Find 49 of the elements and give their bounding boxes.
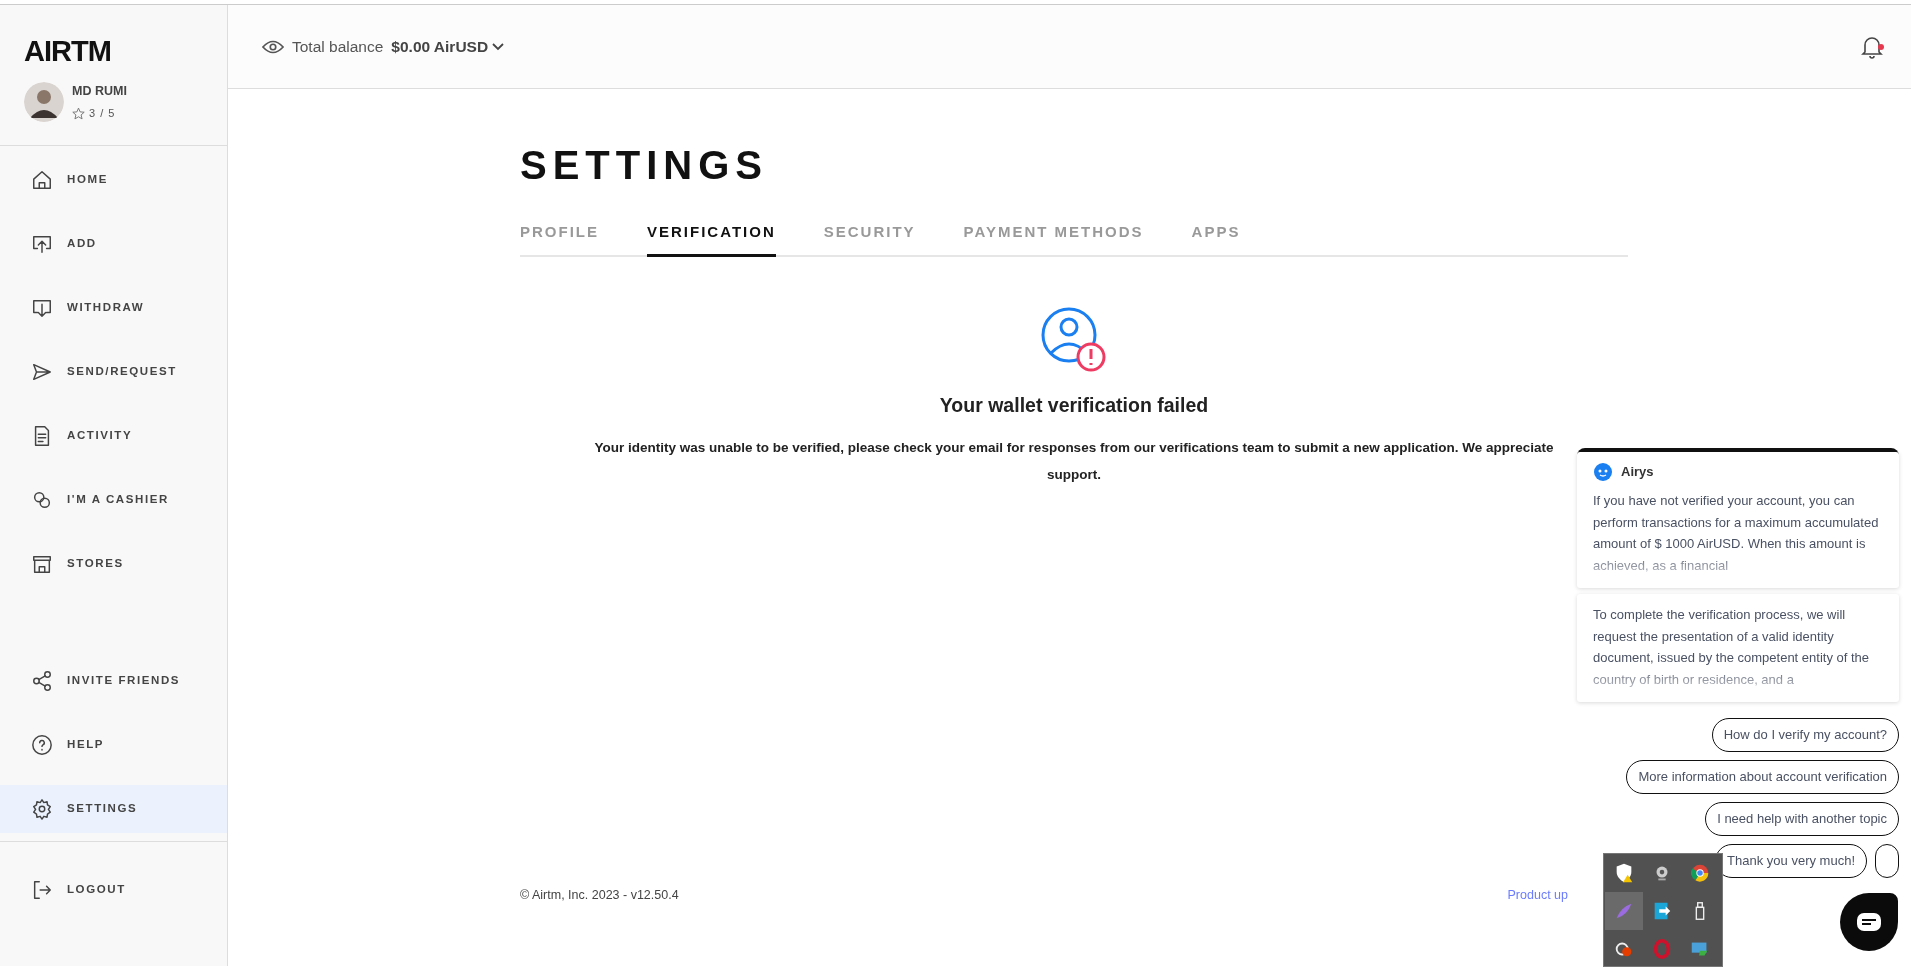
settings-icon bbox=[31, 798, 53, 820]
sidebar-item[interactable]: ACTIVITY bbox=[0, 404, 227, 468]
logo: AIRTM bbox=[24, 37, 112, 66]
balance-dropdown[interactable]: $0.00 AirUSD bbox=[391, 34, 505, 59]
sidebar-item[interactable]: ADD bbox=[0, 212, 227, 276]
chat-launcher-button[interactable] bbox=[1840, 893, 1898, 951]
bot-name: Airys bbox=[1621, 463, 1654, 482]
storefront-icon bbox=[31, 553, 53, 575]
sidebar-item[interactable]: LOGOUT bbox=[0, 858, 227, 922]
sidebar-item[interactable]: SETTINGS bbox=[0, 785, 227, 833]
page-title: SETTINGS bbox=[520, 145, 770, 185]
avatar bbox=[24, 82, 64, 122]
message-text: If you have not verified your account, you can perform transactions for a maximum accumulated amount of $ 1000 AirUSD. When this amount is achieved, as a financial bbox=[1593, 492, 1880, 575]
notification-bell-icon[interactable] bbox=[1861, 34, 1883, 59]
house-icon bbox=[31, 169, 53, 191]
coins-icon bbox=[31, 489, 53, 511]
user-name: MD RUMI bbox=[72, 83, 127, 101]
help-icon bbox=[31, 734, 53, 756]
arrow-up-screen-icon bbox=[31, 233, 53, 255]
copyright: © Airtm, Inc. 2023 - v12.50.4 bbox=[520, 887, 679, 904]
tab[interactable]: VERIFICATION bbox=[647, 221, 776, 257]
chat-icon bbox=[1856, 912, 1882, 932]
sidebar-item[interactable]: SEND/REQUEST bbox=[0, 340, 227, 404]
chevron-down-icon bbox=[492, 42, 505, 51]
eye-icon[interactable] bbox=[262, 38, 284, 55]
sidebar-item[interactable]: WITHDRAW bbox=[0, 276, 227, 340]
sidebar-item[interactable]: I'M A CASHIER bbox=[0, 468, 227, 532]
product-updates-link[interactable]: Product up bbox=[1507, 886, 1568, 905]
bot-avatar-icon bbox=[1593, 462, 1613, 482]
paper-plane-icon bbox=[31, 361, 53, 383]
status-heading: Your wallet verification failed bbox=[938, 392, 1210, 418]
quick-reply-button[interactable]: I need help with another topic bbox=[1705, 802, 1899, 836]
status-message: Your identity was unable to be verified, please check your email for responses from our verifications team to submit a new application. We appreciate support. bbox=[594, 438, 1554, 484]
sidebar-item[interactable]: STORES bbox=[0, 532, 227, 596]
star-icon bbox=[72, 106, 85, 120]
quick-reply-button[interactable] bbox=[1875, 844, 1899, 878]
share-icon bbox=[31, 670, 53, 692]
balance-label: Total balance bbox=[292, 36, 384, 57]
ring-icon bbox=[1651, 938, 1673, 960]
message-text: To complete the verification process, we will request the presentation of a valid identity document, issued by the competent entity of the country of birth or residence, and a bbox=[1593, 606, 1871, 689]
quick-reply-button[interactable]: How do I verify my account? bbox=[1711, 718, 1899, 752]
logout-icon bbox=[31, 879, 53, 901]
browser-icon bbox=[1689, 862, 1711, 884]
quick-reply-button[interactable]: More information about account verification bbox=[1626, 760, 1899, 794]
sidebar-item[interactable]: HELP bbox=[0, 713, 227, 777]
arrow-down-screen-icon bbox=[31, 297, 53, 319]
sidebar-item[interactable]: INVITE FRIENDS bbox=[0, 649, 227, 713]
rating: 3 / 5 bbox=[89, 106, 116, 122]
sidebar-item[interactable]: HOME bbox=[0, 148, 227, 212]
